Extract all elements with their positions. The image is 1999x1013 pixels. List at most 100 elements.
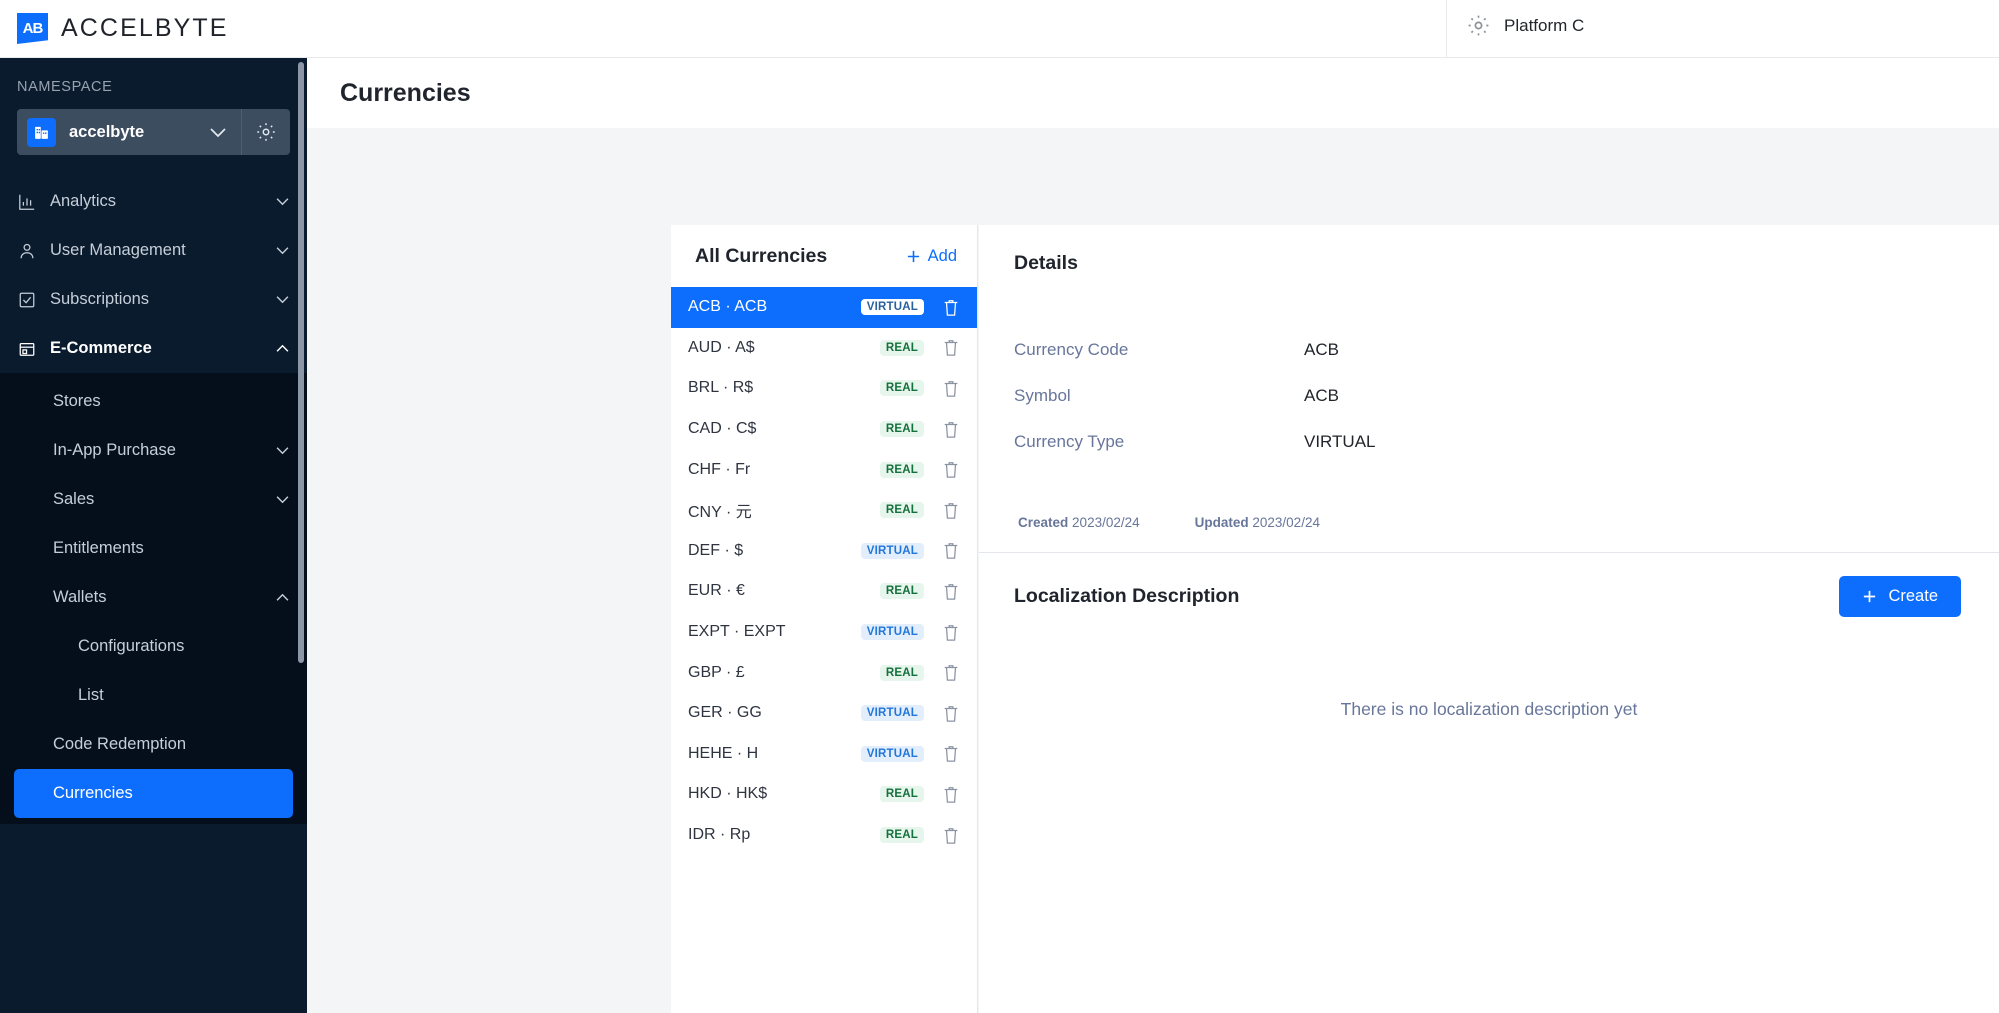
bar-chart-icon [17, 193, 36, 211]
sidebar-item-configurations[interactable]: Configurations [0, 622, 307, 671]
detail-label: Symbol [1014, 386, 1071, 405]
trash-icon[interactable] [924, 663, 960, 682]
trash-icon[interactable] [924, 338, 960, 357]
trash-icon[interactable] [924, 541, 960, 560]
currency-row[interactable]: CNY · 元 REAL [671, 490, 977, 531]
currency-row[interactable]: EUR · € REAL [671, 571, 977, 612]
currency-name: CNY · 元 [688, 504, 752, 522]
updated-label: Updated [1194, 515, 1249, 530]
currency-type-badge: REAL [879, 583, 924, 600]
currency-row[interactable]: CHF · Fr REAL [671, 449, 977, 490]
currency-row[interactable]: HEHE · H VIRTUAL [671, 734, 977, 775]
sidebar-subitem-label: Currencies [53, 784, 133, 802]
currency-row[interactable]: EXPT · EXPT VIRTUAL [671, 612, 977, 653]
trash-icon[interactable] [924, 623, 960, 642]
detail-row: Currency Type VIRTUAL [1014, 419, 1999, 465]
details-panel: Details Currency Code ACB Symbol ACB Cur… [979, 225, 1999, 1013]
sidebar-scrollbar-thumb[interactable] [298, 62, 304, 663]
trash-icon[interactable] [924, 379, 960, 398]
currency-type-badge: REAL [879, 827, 924, 844]
namespace-settings-button[interactable] [241, 109, 290, 155]
detail-value: ACB [1304, 340, 1339, 359]
trash-icon[interactable] [924, 298, 960, 317]
sidebar-item-code-redemption[interactable]: Code Redemption [0, 720, 307, 769]
currency-name: ACB · ACB [688, 298, 768, 316]
sidebar-item-currencies[interactable]: Currencies [14, 769, 293, 818]
currency-row[interactable]: AUD · A$ REAL [671, 328, 977, 369]
currency-list-header: All Currencies Add [671, 225, 977, 287]
currency-row[interactable]: ACB · ACB VIRTUAL [671, 287, 977, 328]
page-title: Currencies [340, 78, 471, 107]
trash-icon[interactable] [924, 460, 960, 479]
currency-row[interactable]: GER · GG VIRTUAL [671, 693, 977, 734]
sidebar-subitem-label: Entitlements [53, 539, 144, 557]
sidebar-scrollbar[interactable] [298, 58, 304, 1013]
add-currency-button[interactable]: Add [906, 247, 957, 266]
create-localization-button[interactable]: Create [1839, 576, 1961, 617]
currency-row[interactable]: CAD · C$ REAL [671, 409, 977, 450]
trash-icon[interactable] [924, 785, 960, 804]
sidebar-item-entitlements[interactable]: Entitlements [0, 524, 307, 573]
currency-type-badge: VIRTUAL [860, 705, 924, 722]
currency-name: IDR · Rp [688, 826, 751, 844]
top-bar: AB ACCELBYTE Platform C [0, 0, 1999, 58]
top-bar-divider [1446, 0, 1447, 58]
sidebar-item-in-app-purchase[interactable]: In-App Purchase [0, 426, 307, 475]
currency-row[interactable]: HKD · HK$ REAL [671, 774, 977, 815]
brand-logo[interactable]: AB ACCELBYTE [0, 13, 229, 44]
currency-name: BRL · R$ [688, 379, 754, 397]
trash-icon[interactable] [924, 420, 960, 439]
trash-icon[interactable] [924, 704, 960, 723]
sidebar-item-user-management[interactable]: User Management [0, 226, 307, 275]
currency-list-title: All Currencies [695, 244, 828, 267]
currency-row[interactable]: IDR · Rp REAL [671, 815, 977, 856]
sidebar-item-label: E-Commerce [50, 339, 152, 357]
currency-type-badge: VIRTUAL [860, 745, 924, 762]
checkbox-icon [17, 291, 36, 309]
currency-name: EXPT · EXPT [688, 623, 786, 641]
currency-name: AUD · A$ [688, 338, 755, 356]
sidebar-item-e-commerce[interactable]: E-Commerce [0, 324, 307, 373]
currency-type-badge: VIRTUAL [860, 542, 924, 559]
store-icon [17, 340, 36, 358]
content-area: All Currencies Add ACB · ACB VIRTUAL AUD … [307, 128, 1999, 1013]
main-content: Currencies All Currencies Add ACB · ACB V… [307, 58, 1999, 1013]
currency-name: HKD · HK$ [688, 785, 768, 803]
currency-row[interactable]: DEF · $ VIRTUAL [671, 531, 977, 572]
currency-name: HEHE · H [688, 744, 759, 762]
sidebar-item-label: Analytics [50, 192, 117, 210]
platform-label[interactable]: Platform C [1504, 16, 1584, 36]
trash-icon[interactable] [924, 826, 960, 845]
page-header: Currencies [307, 58, 1999, 128]
created-value: 2023/02/24 [1072, 515, 1140, 530]
detail-label: Currency Type [1014, 432, 1125, 451]
currency-row[interactable]: GBP · £ REAL [671, 652, 977, 693]
add-currency-label: Add [927, 246, 957, 265]
sidebar-item-subscriptions[interactable]: Subscriptions [0, 275, 307, 324]
localization-title: Localization Description [1014, 585, 1240, 607]
trash-icon[interactable] [924, 744, 960, 763]
namespace-selector[interactable]: accelbyte [17, 109, 241, 155]
sidebar-item-list[interactable]: List [0, 671, 307, 720]
currency-name: GER · GG [688, 704, 762, 722]
currency-row[interactable]: BRL · R$ REAL [671, 368, 977, 409]
currency-type-badge: REAL [879, 461, 924, 478]
sidebar-item-wallets[interactable]: Wallets [0, 573, 307, 622]
created-timestamp: Created 2023/02/24 [1018, 515, 1140, 530]
chevron-down-icon [275, 295, 290, 304]
sidebar-item-sales[interactable]: Sales [0, 475, 307, 524]
currency-rows: ACB · ACB VIRTUAL AUD · A$ REAL BRL · R$ RE… [671, 287, 977, 855]
gear-icon[interactable] [1466, 13, 1491, 38]
currency-type-badge: REAL [879, 380, 924, 397]
trash-icon[interactable] [924, 501, 960, 520]
currency-type-badge: REAL [879, 502, 924, 519]
currency-type-badge: VIRTUAL [860, 624, 924, 641]
sidebar-item-stores[interactable]: Stores [0, 377, 307, 426]
currency-name: EUR · € [688, 582, 745, 600]
currency-type-badge: REAL [879, 786, 924, 803]
sidebar-item-analytics[interactable]: Analytics [0, 177, 307, 226]
currency-type-badge: REAL [879, 664, 924, 681]
user-icon [17, 242, 36, 260]
trash-icon[interactable] [924, 582, 960, 601]
detail-row: Symbol ACB [1014, 373, 1999, 419]
